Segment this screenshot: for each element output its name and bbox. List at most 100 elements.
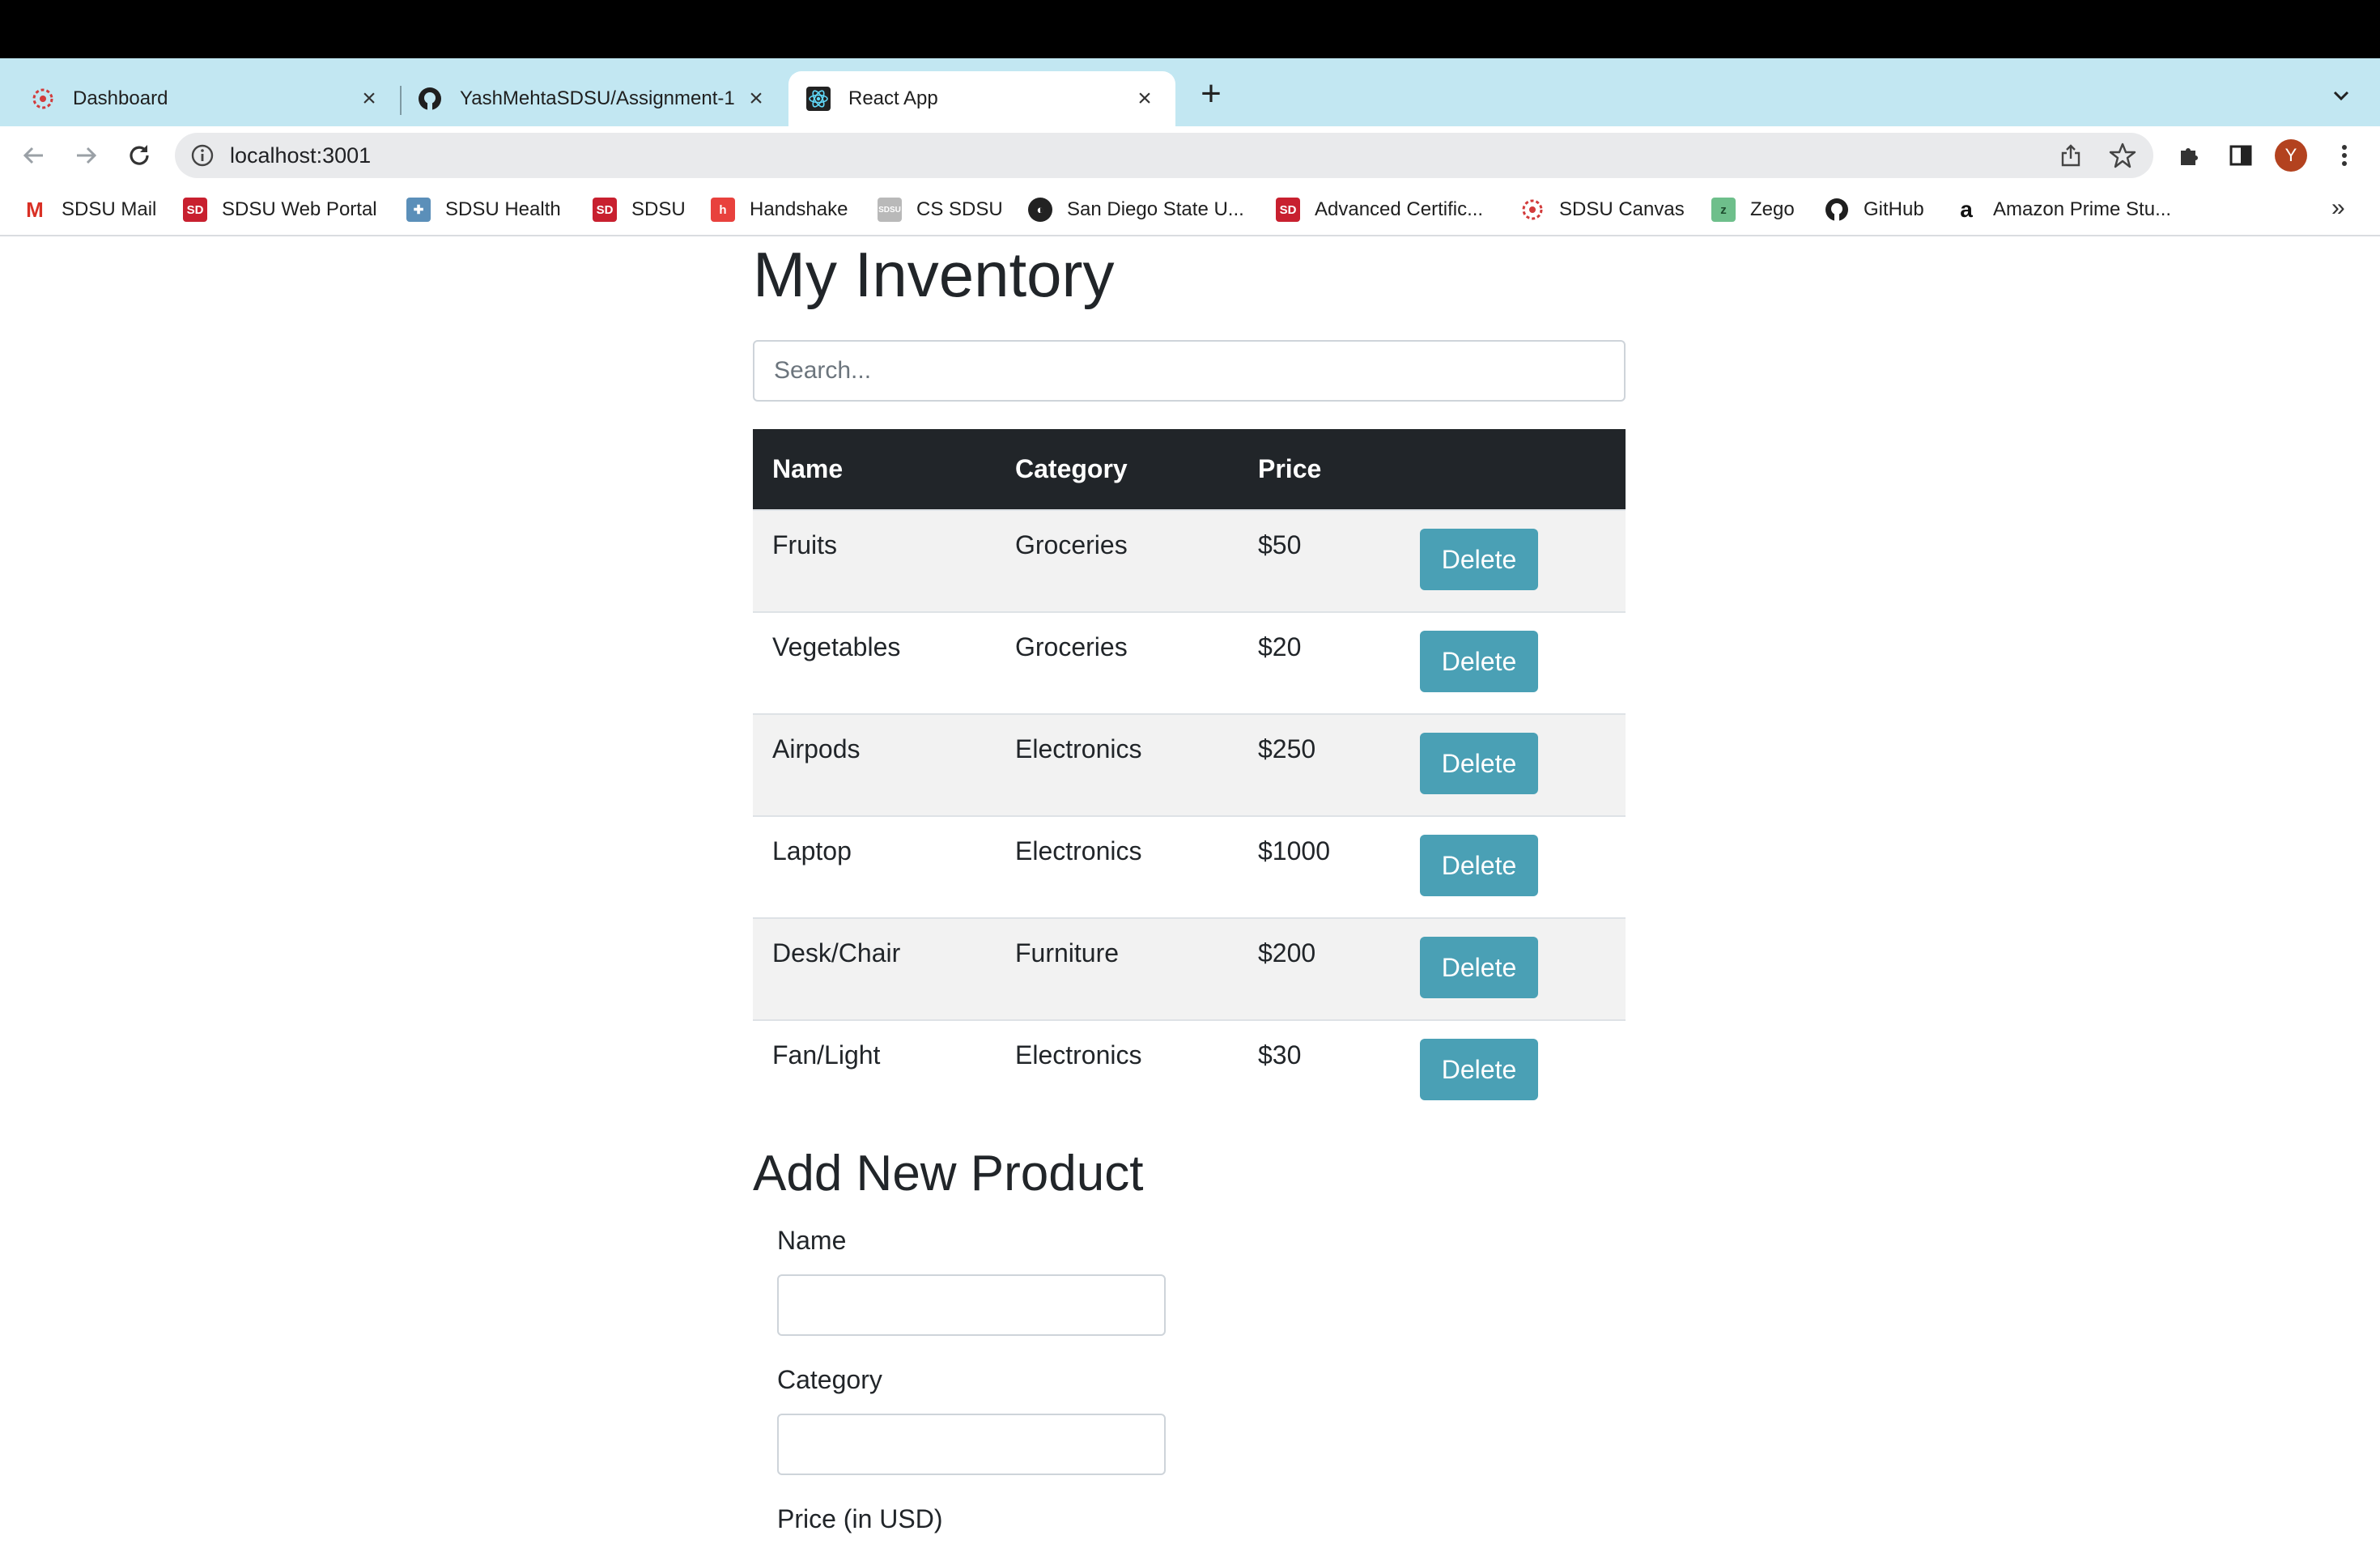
cell-name: Fan/Light xyxy=(753,1019,996,1122)
forward-button[interactable] xyxy=(68,138,104,173)
arrow-left-icon xyxy=(23,147,43,164)
back-button[interactable] xyxy=(16,138,52,173)
header-name: Name xyxy=(753,429,996,510)
bookmark-sdsu-web-portal[interactable]: SD SDSU Web Portal xyxy=(183,196,377,223)
table-row: Fan/Light Electronics $30 Delete xyxy=(753,1019,1626,1122)
bookmark-sdsu-mail[interactable]: M SDSU Mail xyxy=(23,196,156,223)
bookmark-label: SDSU Mail xyxy=(62,198,157,220)
sd-icon: SD xyxy=(183,198,207,222)
bookmark-label: CS SDSU xyxy=(916,198,1003,220)
delete-button[interactable]: Delete xyxy=(1420,937,1538,998)
tab-title: React App xyxy=(848,87,938,109)
bookmark-handshake[interactable]: h Handshake xyxy=(711,196,848,223)
bookmark-label: Handshake xyxy=(750,198,848,220)
bookmark-label: SDSU Canvas xyxy=(1559,198,1685,220)
tab-github[interactable]: YashMehtaSDSU/Assignment-1 × xyxy=(402,71,787,126)
reload-button[interactable] xyxy=(121,138,157,173)
react-icon xyxy=(806,87,831,111)
github-icon xyxy=(1825,198,1849,222)
info-icon[interactable] xyxy=(189,142,215,168)
close-icon[interactable]: × xyxy=(1133,85,1156,112)
tab-title: YashMehtaSDSU/Assignment-1 xyxy=(460,87,735,109)
name-field[interactable] xyxy=(777,1274,1166,1336)
bookmark-zego[interactable]: z Zego xyxy=(1711,196,1795,223)
bookmark-amazon-prime[interactable]: a Amazon Prime Stu... xyxy=(1954,196,2171,223)
cell-name: Laptop xyxy=(753,815,996,918)
cell-category: Electronics xyxy=(996,1019,1239,1122)
delete-button[interactable]: Delete xyxy=(1420,1039,1538,1100)
reload-icon xyxy=(130,145,149,165)
cell-price: $200 xyxy=(1239,917,1400,1020)
table-header-row: Name Category Price xyxy=(753,429,1626,510)
cell-category: Electronics xyxy=(996,713,1239,816)
category-label: Category xyxy=(777,1365,882,1394)
window-top-bar xyxy=(0,0,2380,58)
bookmark-san-diego-state[interactable]: ◐ San Diego State U... xyxy=(1028,196,1244,223)
sd-icon: SD xyxy=(593,198,617,222)
amazon-icon: a xyxy=(1960,197,1973,222)
canvas-icon xyxy=(1520,198,1545,222)
tab-strip: Dashboard × YashMehtaSDSU/Assignment-1 ×… xyxy=(0,58,2380,126)
gmail-icon: M xyxy=(26,197,44,222)
tab-dashboard[interactable]: Dashboard × xyxy=(0,71,400,126)
bookmarks-overflow-icon[interactable]: » xyxy=(2331,194,2345,222)
delete-button[interactable]: Delete xyxy=(1420,529,1538,590)
table-row: Airpods Electronics $250 Delete xyxy=(753,713,1626,816)
table-row: Vegetables Groceries $20 Delete xyxy=(753,611,1626,714)
menu-kebab-icon[interactable] xyxy=(2330,141,2359,170)
header-price: Price xyxy=(1239,429,1400,510)
bookmark-cs-sdsu[interactable]: SDSU CS SDSU xyxy=(878,196,1003,223)
health-icon: ✚ xyxy=(406,198,431,222)
cell-category: Groceries xyxy=(996,509,1239,612)
share-icon[interactable] xyxy=(2058,142,2084,168)
cell-name: Airpods xyxy=(753,713,996,816)
search-input[interactable] xyxy=(753,340,1626,402)
side-panel-icon[interactable] xyxy=(2226,141,2255,170)
delete-button[interactable]: Delete xyxy=(1420,631,1538,692)
add-product-title: Add New Product xyxy=(753,1146,1144,1201)
chevron-down-icon[interactable] xyxy=(2328,83,2354,108)
arrow-right-icon xyxy=(77,147,97,164)
tab-title: Dashboard xyxy=(73,87,168,109)
address-bar[interactable]: localhost:3001 xyxy=(175,133,2153,178)
cell-name: Vegetables xyxy=(753,611,996,714)
bookmark-advanced-certificate[interactable]: SD Advanced Certific... xyxy=(1276,196,1483,223)
category-field[interactable] xyxy=(777,1414,1166,1475)
delete-button[interactable]: Delete xyxy=(1420,733,1538,794)
bookmark-label: SDSU xyxy=(631,198,686,220)
bookmarks-bar: M SDSU Mail SD SDSU Web Portal ✚ SDSU He… xyxy=(0,185,2380,236)
extensions-icon[interactable] xyxy=(2174,141,2204,170)
delete-button[interactable]: Delete xyxy=(1420,835,1538,896)
star-icon[interactable] xyxy=(2108,141,2137,170)
close-icon[interactable]: × xyxy=(358,85,380,112)
github-icon xyxy=(418,87,442,111)
header-actions xyxy=(1400,429,1626,510)
bookmark-sdsu-health[interactable]: ✚ SDSU Health xyxy=(406,196,561,223)
page-title: My Inventory xyxy=(753,239,1115,310)
table-row: Desk/Chair Furniture $200 Delete xyxy=(753,917,1626,1020)
new-tab-button[interactable]: + xyxy=(1195,76,1227,112)
price-label: Price (in USD) xyxy=(777,1504,943,1533)
name-label: Name xyxy=(777,1226,847,1255)
bookmark-github[interactable]: GitHub xyxy=(1825,196,1924,223)
bookmark-label: SDSU Health xyxy=(445,198,561,220)
cell-category: Furniture xyxy=(996,917,1239,1020)
inventory-table: Name Category Price Fruits Groceries $50… xyxy=(753,429,1626,1122)
bookmark-sdsu[interactable]: SD SDSU xyxy=(593,196,686,223)
cell-category: Electronics xyxy=(996,815,1239,918)
cell-price: $1000 xyxy=(1239,815,1400,918)
handshake-icon: h xyxy=(711,198,735,222)
tab-react-app[interactable]: React App × xyxy=(788,71,1175,126)
bookmark-sdsu-canvas[interactable]: SDSU Canvas xyxy=(1520,196,1685,223)
browser-toolbar: localhost:3001 Y xyxy=(0,126,2380,185)
cs-icon: SDSU xyxy=(878,198,902,222)
table-row: Fruits Groceries $50 Delete xyxy=(753,509,1626,612)
avatar[interactable]: Y xyxy=(2275,139,2307,172)
bookmark-label: Zego xyxy=(1750,198,1795,220)
bookmark-label: SDSU Web Portal xyxy=(222,198,377,220)
url-text: localhost:3001 xyxy=(230,143,372,168)
cell-price: $250 xyxy=(1239,713,1400,816)
table-row: Laptop Electronics $1000 Delete xyxy=(753,815,1626,918)
close-icon[interactable]: × xyxy=(745,85,767,112)
globe-icon: ◐ xyxy=(1028,198,1052,222)
